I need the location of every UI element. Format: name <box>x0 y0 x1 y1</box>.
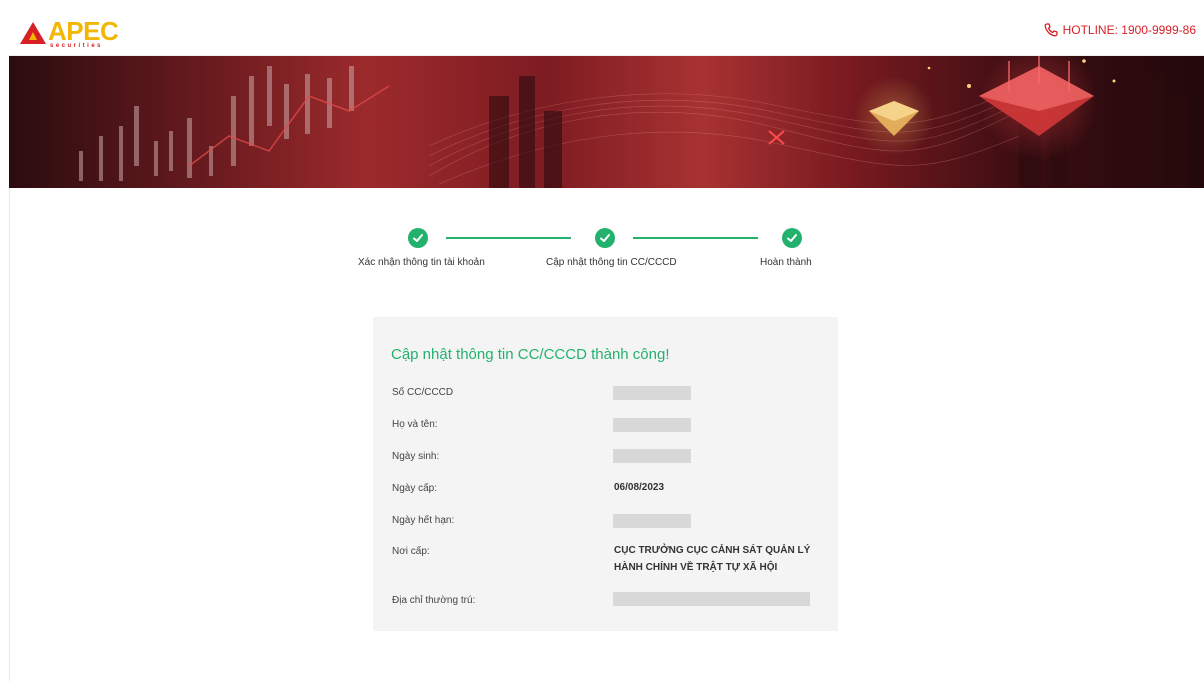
logo-subtext: securities <box>50 43 104 49</box>
step-1-check-icon <box>408 228 428 248</box>
step-connector-2 <box>633 237 758 239</box>
field-label-expiry-date: Ngày hết hạn: <box>392 515 455 526</box>
field-value-issuer: CỤC TRƯỞNG CỤC CẢNH SÁT QUẢN LÝ HÀNH CHÍ… <box>614 545 811 573</box>
field-value-full-name-redacted <box>613 418 691 432</box>
logo-text: APEC <box>48 16 119 46</box>
field-value-issue-date: 06/08/2023 <box>614 482 665 493</box>
step-1-label: Xác nhận thông tin tài khoản <box>358 257 485 268</box>
step-2-label: Cập nhật thông tin CC/CCCD <box>546 257 677 268</box>
apec-logo[interactable]: APEC securities <box>20 16 140 52</box>
step-3-check-icon <box>782 228 802 248</box>
banner-illustration <box>79 56 1189 188</box>
logo-triangle-accent <box>29 32 37 40</box>
field-label-birth-date: Ngày sinh: <box>392 451 440 462</box>
field-value-address-redacted <box>613 592 810 606</box>
field-label-full-name: Họ và tên: <box>392 419 438 430</box>
field-label-issue-date: Ngày cấp: <box>392 483 438 494</box>
step-3-label: Hoàn thành <box>760 257 812 268</box>
hero-banner <box>9 56 1204 188</box>
field-value-id-number-redacted <box>613 386 691 400</box>
field-value-birth-date-redacted <box>613 449 691 463</box>
hotline[interactable]: HOTLINE: 1900-9999-86 <box>1044 23 1196 37</box>
success-title: Cập nhật thông tin CC/CCCD thành công! <box>391 346 670 363</box>
field-label-permanent-address: Địa chỉ thường trú: <box>392 595 476 606</box>
field-label-id-number: Số CC/CCCD <box>392 387 454 398</box>
progress-steps: Xác nhận thông tin tài khoản Cập nhật th… <box>340 224 840 274</box>
step-connector-1 <box>446 237 571 239</box>
field-value-expiry-date-redacted <box>613 514 691 528</box>
result-card: Cập nhật thông tin CC/CCCD thành công! S… <box>373 317 838 631</box>
step-2-check-icon <box>595 228 615 248</box>
field-label-issuer: Nơi cấp: <box>392 546 430 557</box>
hotline-text: HOTLINE: 1900-9999-86 <box>1062 23 1196 37</box>
phone-icon <box>1044 23 1058 37</box>
top-header: APEC securities HOTLINE: 1900-9999-86 <box>9 8 1204 56</box>
